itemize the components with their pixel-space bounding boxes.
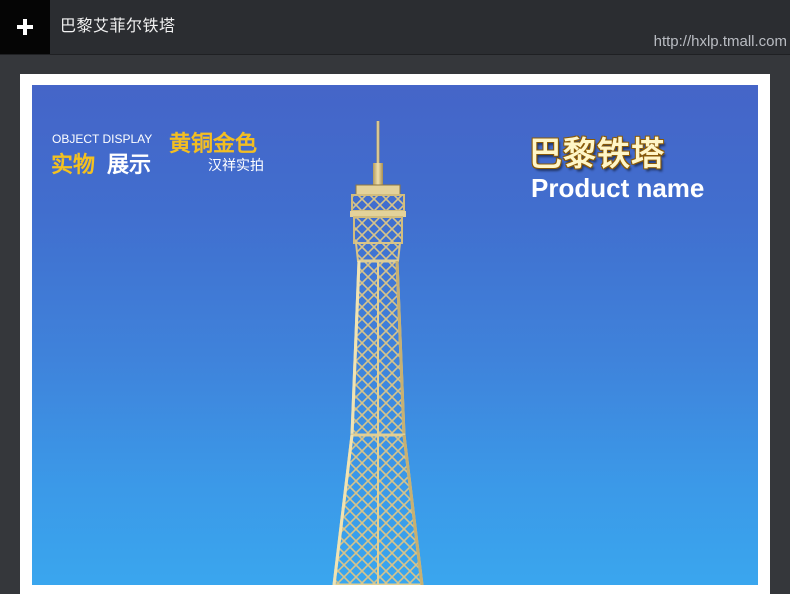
product-name-en: Product name xyxy=(531,173,705,203)
page-title: 巴黎艾菲尔铁塔 xyxy=(60,16,176,35)
product-name-cn: 巴黎铁塔 xyxy=(529,134,665,173)
top-bar: 巴黎艾菲尔铁塔 http://hxlp.tmall.com xyxy=(0,0,790,55)
object-display-rest: 展示 xyxy=(107,153,152,178)
material-label: 黄铜金色 xyxy=(169,132,258,157)
add-button[interactable] xyxy=(0,0,50,54)
real-photo-label: 汉祥实拍 xyxy=(208,158,264,174)
object-display-label: OBJECT DISPLAY xyxy=(52,132,153,146)
object-display-highlight: 实物 xyxy=(51,153,96,178)
product-photo: OBJECT DISPLAY 实物 展示 黄铜金色 汉祥实拍 巴黎铁塔 Prod… xyxy=(32,85,758,585)
store-url-link[interactable]: http://hxlp.tmall.com xyxy=(654,32,787,52)
